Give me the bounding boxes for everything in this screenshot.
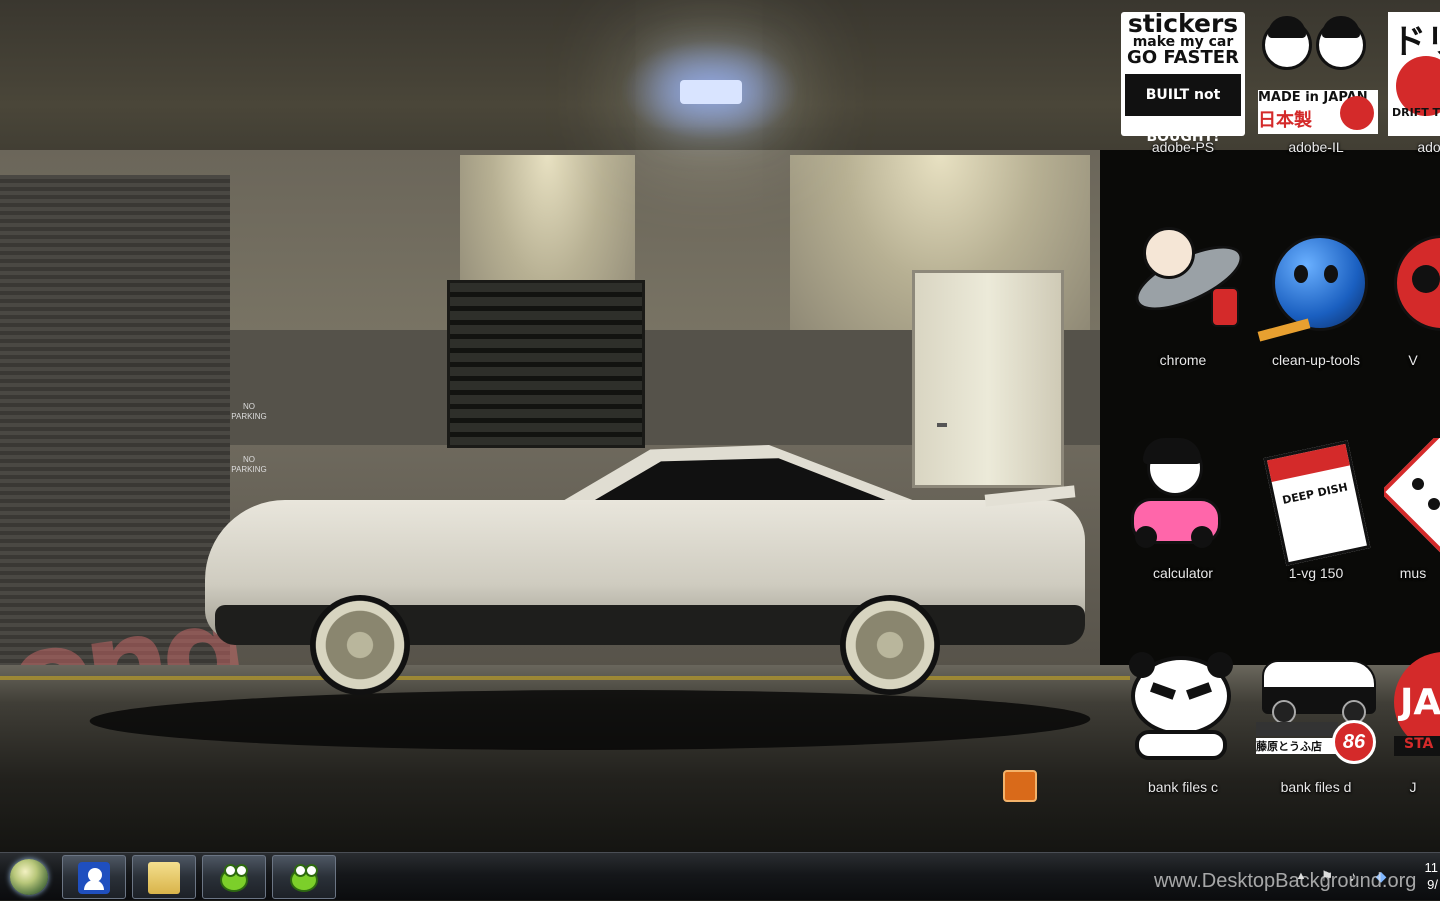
cut-the-rope-icon [288,862,320,894]
clock[interactable]: 11 9/ [1425,859,1439,893]
ae86-car [205,445,1085,705]
desktop-icon-bank-files-c[interactable]: bank files c [1117,652,1249,802]
roller-shutter: ong [0,175,248,749]
panda-sticker-icon [1121,652,1245,776]
desktop-icon-clean-up-tools[interactable]: clean-up-tools [1250,225,1382,375]
taskbar-item[interactable] [202,855,266,899]
desktop-icon-adobe-il[interactable]: MADE in JAPAN 日本製 adobe-IL [1250,12,1382,162]
desktop-icon-chrome[interactable]: chrome [1117,225,1252,375]
desktop-icon-label: adobe-IL [1288,139,1344,155]
taskbar-item[interactable] [272,855,336,899]
cut-the-rope-icon [218,862,250,894]
desktop-icon-1-vg-150[interactable]: DEEP DISH 1-vg 150 [1250,438,1382,588]
stickers-sticker-icon: stickers make my car GO FASTER BUILT not… [1121,11,1245,145]
desktop-icon-v[interactable]: V [1384,225,1440,375]
desktop-icon-label: 1-vg 150 [1288,565,1344,581]
made-in-japan-sticker-icon: MADE in JAPAN 日本製 [1254,12,1378,136]
desktop-icon-calculator[interactable]: calculator [1117,438,1249,588]
clock-date: 9/ [1427,877,1438,892]
desktop-icon-j[interactable]: JAPAN STA J [1384,652,1440,802]
scooter-girl-sticker-icon [1121,438,1245,562]
desktop-icon-label: bank files d [1280,779,1352,795]
desktop-icon-ado[interactable]: ドリ DRIFT TENGOKU ado [1384,12,1440,162]
desktop-icon-label: calculator [1153,565,1213,581]
deep-dish-cigarettes-sticker-icon: DEEP DISH [1254,438,1378,566]
taskbar-item[interactable] [132,855,196,899]
desktop-icon-label: J [1409,779,1417,795]
red-skull-sticker-icon [1388,225,1440,349]
desktop-icon-adobe-ps[interactable]: stickers make my car GO FASTER BUILT not… [1117,11,1249,162]
desktop-icon-label: mus [1399,565,1427,581]
desktop-icon-label: adobe-PS [1151,139,1215,155]
ae86-tofu-sticker-icon: 藤原とうふ店 86 [1254,652,1378,776]
wall-vent [447,280,645,448]
desktop-icon-label: chrome [1159,352,1207,368]
no-parking-sign: NO PARKING [231,402,267,421]
bomb-sticker-icon [1254,225,1378,349]
front-wheel [310,595,410,695]
drift-tengoku-sticker-icon: ドリ DRIFT TENGOKU [1388,12,1440,136]
desktop-icon-bank-files-d[interactable]: 藤原とうふ店 86 bank files d [1250,652,1382,802]
clock-time: 11 [1424,860,1439,875]
desktop-icon-label: clean-up-tools [1272,352,1360,368]
jdm-style-sticker-icon: JAPAN STA [1388,652,1440,776]
desktop-icon-label: bank files c [1147,779,1219,795]
folder-icon [148,862,180,894]
wall-lamp [680,80,742,104]
desktop-icon-mus[interactable]: mus [1384,438,1440,588]
small-car-desktop-icon[interactable] [1003,770,1037,802]
dice-sticker-icon [1384,438,1440,562]
watermark: www.DesktopBackground.org [1154,870,1417,892]
app-icon [78,862,110,894]
start-button[interactable] [4,855,56,899]
desktop-icon-label: ado [1417,139,1440,155]
rear-wheel [840,595,940,695]
desktop-icon-label: V [1408,352,1418,368]
kamikaze-girl-sticker-icon [1121,225,1252,349]
start-orb-icon [10,859,48,895]
taskbar-item[interactable] [62,855,126,899]
